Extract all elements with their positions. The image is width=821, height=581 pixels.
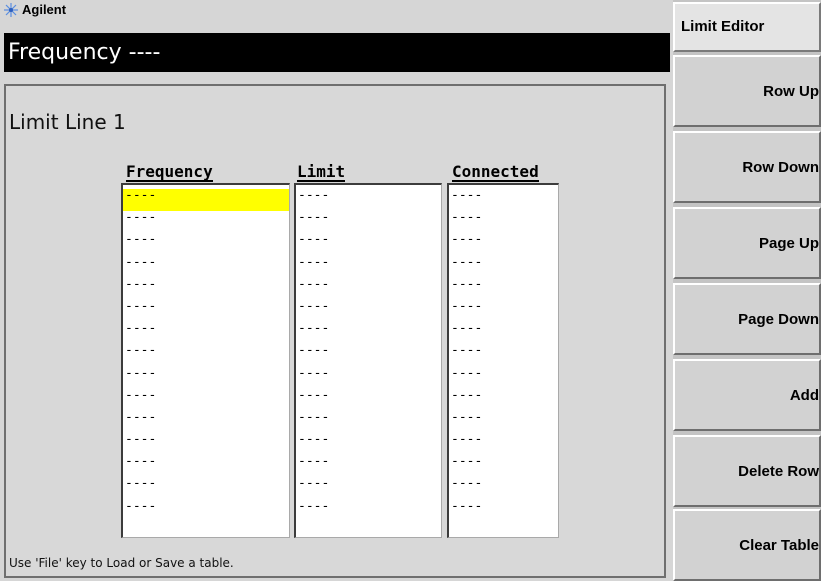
delete-row-button[interactable]: Delete Row (673, 435, 821, 507)
table-cell[interactable]: ---- (296, 211, 441, 233)
table-cell[interactable]: ---- (123, 233, 289, 255)
table-cell[interactable]: ---- (296, 277, 441, 300)
active-function-title: Frequency ---- (4, 33, 670, 72)
add-button[interactable]: Add (673, 359, 821, 431)
frequency-column[interactable]: ---- ---- ---- ---- ---- ---- ---- ---- ---- ----… (121, 183, 290, 538)
table-cell[interactable]: ---- (123, 455, 289, 477)
clear-table-label: Clear Table (739, 536, 819, 554)
table-cell[interactable]: ---- (123, 344, 289, 366)
softkey-menu-title: Limit Editor (673, 2, 821, 52)
delete-row-label: Delete Row (738, 462, 819, 480)
softkey-panel: Limit Editor Row Up Row Down Page Up Pag… (673, 0, 821, 581)
row-down-label: Row Down (742, 158, 819, 176)
limit-line-title: Limit Line 1 (9, 110, 126, 134)
add-label: Add (789, 386, 819, 404)
table-cell[interactable]: ---- (123, 366, 289, 389)
table-cell[interactable]: ---- (296, 366, 441, 389)
table-cell[interactable]: ---- (123, 188, 289, 212)
table-cell[interactable]: ---- (296, 455, 441, 477)
table-cell[interactable]: ---- (449, 344, 558, 366)
table-cell[interactable]: ---- (296, 233, 441, 255)
table-cell[interactable]: ---- (449, 322, 558, 344)
brand-logo: Agilent (4, 2, 66, 17)
row-up-button[interactable]: Row Up (673, 55, 821, 127)
page-down-button[interactable]: Page Down (673, 283, 821, 355)
table-cell[interactable]: ---- (449, 255, 558, 278)
table-cell[interactable]: ---- (123, 277, 289, 300)
page-up-button[interactable]: Page Up (673, 207, 821, 279)
table-cell[interactable]: ---- (449, 388, 558, 411)
table-cell[interactable]: ---- (296, 499, 441, 522)
table-cell[interactable]: ---- (296, 344, 441, 366)
table-cell[interactable]: ---- (296, 477, 441, 499)
table-cell[interactable]: ---- (123, 211, 289, 233)
clear-table-button[interactable]: Clear Table (673, 509, 821, 581)
table-cell[interactable]: ---- (123, 388, 289, 411)
top-bar: Agilent (0, 0, 672, 33)
table-cell[interactable]: ---- (449, 299, 558, 322)
brand-name: Agilent (22, 2, 67, 17)
limit-column[interactable]: ---- ---- ---- ---- ---- ---- ---- ---- ---- ----… (294, 183, 442, 538)
table-cell[interactable]: ---- (296, 322, 441, 344)
table-cell[interactable]: ---- (449, 366, 558, 389)
page-down-label: Page Down (738, 310, 819, 328)
column-header-limit: Limit (297, 162, 346, 182)
table-cell[interactable]: ---- (123, 322, 289, 344)
table-cell[interactable]: ---- (296, 188, 441, 211)
table-cell[interactable]: ---- (296, 255, 441, 278)
table-cell[interactable]: ---- (449, 188, 558, 211)
status-message: Use 'File' key to Load or Save a table. (9, 556, 234, 570)
table-cell[interactable]: ---- (449, 233, 558, 255)
page-up-label: Page Up (758, 234, 819, 252)
table-cell[interactable]: ---- (449, 433, 558, 455)
table-cell[interactable]: ---- (449, 211, 558, 233)
table-cell[interactable]: ---- (296, 388, 441, 411)
table-cell[interactable]: ---- (449, 277, 558, 300)
table-cell[interactable]: ---- (449, 410, 558, 433)
table-cell[interactable]: ---- (449, 499, 558, 522)
limit-editor-panel: Limit Line 1 Frequency Limit Connected -… (4, 84, 666, 578)
table-cell[interactable]: ---- (123, 255, 289, 278)
starburst-logo-icon (4, 2, 18, 17)
table-cell[interactable]: ---- (123, 433, 289, 455)
table-cell[interactable]: ---- (123, 477, 289, 499)
column-header-frequency: Frequency (126, 162, 213, 182)
connected-column[interactable]: ---- ---- ---- ---- ---- ---- ---- ---- ---- ----… (447, 183, 559, 538)
row-up-label: Row Up (763, 82, 819, 100)
table-cell[interactable]: ---- (296, 299, 441, 322)
table-cell[interactable]: ---- (123, 410, 289, 433)
table-cell[interactable]: ---- (123, 299, 289, 322)
table-cell[interactable]: ---- (123, 499, 289, 522)
table-cell[interactable]: ---- (449, 455, 558, 477)
table-cell[interactable]: ---- (296, 410, 441, 433)
row-down-button[interactable]: Row Down (673, 131, 821, 203)
column-header-connected: Connected (452, 162, 539, 182)
table-cell[interactable]: ---- (296, 433, 441, 455)
table-cell[interactable]: ---- (449, 477, 558, 499)
